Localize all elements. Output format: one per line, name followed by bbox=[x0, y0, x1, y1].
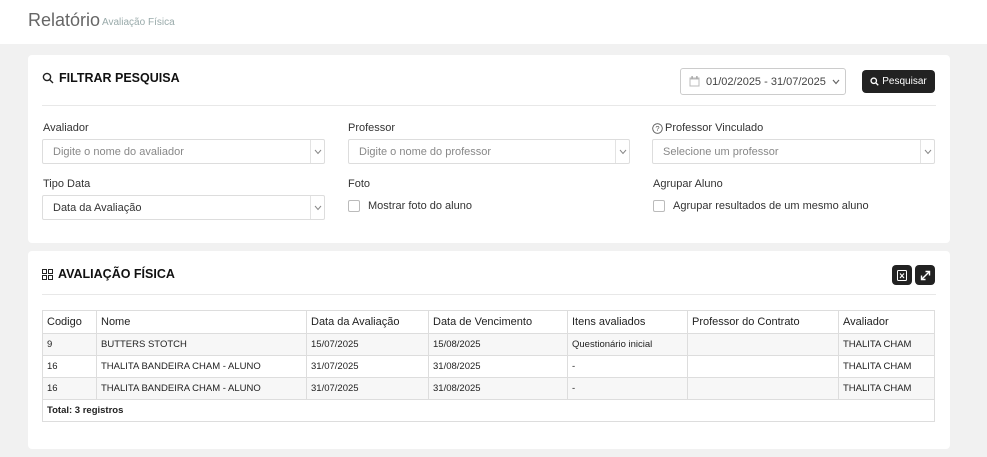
cell-data-avaliacao: 31/07/2025 bbox=[306, 377, 429, 400]
col-header-codigo[interactable]: Codigo bbox=[42, 310, 97, 334]
cell-avaliador: THALITA CHAM bbox=[838, 377, 935, 400]
results-card: AVALIAÇÃO FÍSICA Codigo Nome Data da Ava… bbox=[28, 251, 950, 449]
results-table: Codigo Nome Data da Avaliação Data de Ve… bbox=[42, 310, 935, 422]
divider bbox=[42, 294, 936, 295]
results-title-label: AVALIAÇÃO FÍSICA bbox=[58, 267, 175, 281]
col-header-itens-avaliados[interactable]: Itens avaliados bbox=[567, 310, 688, 334]
chevron-down-icon[interactable] bbox=[310, 140, 324, 163]
cell-nome: BUTTERS STOTCH bbox=[96, 333, 307, 356]
agrupar-checkbox-row[interactable]: Agrupar resultados de um mesmo aluno bbox=[653, 200, 869, 212]
help-icon[interactable]: ? bbox=[652, 122, 663, 134]
tipo-data-label: Tipo Data bbox=[43, 178, 91, 190]
professor-placeholder: Digite o nome do professor bbox=[359, 145, 492, 158]
top-bar: Relatório Avaliação Física bbox=[0, 0, 987, 44]
excel-icon bbox=[897, 269, 907, 281]
professor-input[interactable]: Digite o nome do professor bbox=[348, 139, 630, 164]
chevron-down-icon[interactable] bbox=[310, 196, 324, 219]
cell-data-vencimento: 15/08/2025 bbox=[428, 333, 568, 356]
search-icon bbox=[42, 72, 54, 84]
table-header-row: Codigo Nome Data da Avaliação Data de Ve… bbox=[42, 310, 935, 334]
col-header-data-vencimento[interactable]: Data de Vencimento bbox=[428, 310, 568, 334]
cell-itens-avaliados: - bbox=[567, 355, 688, 378]
calendar-icon bbox=[689, 76, 700, 87]
table-total: Total: 3 registros bbox=[42, 399, 935, 422]
mostrar-foto-label: Mostrar foto do aluno bbox=[368, 200, 472, 212]
table-total-row: Total: 3 registros bbox=[42, 399, 935, 422]
cell-nome: THALITA BANDEIRA CHAM - ALUNO bbox=[96, 355, 307, 378]
agrupar-checkbox[interactable] bbox=[653, 200, 665, 212]
page-title: Relatório bbox=[28, 10, 101, 30]
col-header-avaliador[interactable]: Avaliador bbox=[838, 310, 935, 334]
chevron-down-icon[interactable] bbox=[920, 140, 934, 163]
cell-data-vencimento: 31/08/2025 bbox=[428, 377, 568, 400]
cell-itens-avaliados: - bbox=[567, 377, 688, 400]
cell-codigo: 16 bbox=[42, 355, 97, 378]
cell-avaliador: THALITA CHAM bbox=[838, 333, 935, 356]
expand-button[interactable] bbox=[915, 265, 935, 285]
mostrar-foto-checkbox[interactable] bbox=[348, 200, 360, 212]
cell-data-avaliacao: 15/07/2025 bbox=[306, 333, 429, 356]
cell-codigo: 9 bbox=[42, 333, 97, 356]
export-excel-button[interactable] bbox=[892, 265, 912, 285]
chevron-down-icon bbox=[832, 79, 840, 84]
foto-checkbox-row[interactable]: Mostrar foto do aluno bbox=[348, 200, 472, 212]
cell-data-vencimento: 31/08/2025 bbox=[428, 355, 568, 378]
divider bbox=[42, 105, 936, 106]
agrupar-checkbox-label: Agrupar resultados de um mesmo aluno bbox=[673, 200, 869, 212]
avaliador-label: Avaliador bbox=[43, 122, 89, 134]
table-row[interactable]: 16 THALITA BANDEIRA CHAM - ALUNO 31/07/2… bbox=[42, 355, 935, 378]
professor-vinculado-placeholder: Selecione um professor bbox=[663, 145, 779, 158]
search-button-label: Pesquisar bbox=[882, 76, 927, 87]
table-row[interactable]: 16 THALITA BANDEIRA CHAM - ALUNO 31/07/2… bbox=[42, 377, 935, 400]
filter-title-label: FILTRAR PESQUISA bbox=[59, 71, 180, 85]
table-row[interactable]: 9 BUTTERS STOTCH 15/07/2025 15/08/2025 Q… bbox=[42, 333, 935, 356]
page-subtitle: Avaliação Física bbox=[102, 17, 175, 28]
col-header-professor-contrato[interactable]: Professor do Contrato bbox=[687, 310, 839, 334]
cell-professor-contrato bbox=[687, 355, 839, 378]
foto-label: Foto bbox=[348, 178, 371, 190]
cell-avaliador: THALITA CHAM bbox=[838, 355, 935, 378]
avaliador-input[interactable]: Digite o nome do avaliador bbox=[42, 139, 325, 164]
cell-professor-contrato bbox=[687, 377, 839, 400]
filter-card: FILTRAR PESQUISA 01/02/2025 - 31/07/2025… bbox=[28, 55, 950, 243]
expand-icon bbox=[920, 270, 930, 280]
col-header-nome[interactable]: Nome bbox=[96, 310, 307, 334]
tipo-data-select[interactable]: Data da Avaliação bbox=[42, 195, 325, 220]
agrupar-label: Agrupar Aluno bbox=[653, 178, 723, 190]
search-button[interactable]: Pesquisar bbox=[862, 70, 935, 93]
professor-vinculado-label-group: ? Professor Vinculado bbox=[652, 122, 763, 134]
avaliador-placeholder: Digite o nome do avaliador bbox=[53, 145, 184, 158]
search-icon bbox=[870, 77, 879, 86]
svg-text:?: ? bbox=[655, 124, 659, 133]
date-range-value: 01/02/2025 - 31/07/2025 bbox=[706, 75, 826, 88]
cell-data-avaliacao: 31/07/2025 bbox=[306, 355, 429, 378]
cell-professor-contrato bbox=[687, 333, 839, 356]
date-range-picker[interactable]: 01/02/2025 - 31/07/2025 bbox=[680, 68, 846, 95]
grid-icon bbox=[42, 268, 53, 280]
tipo-data-value: Data da Avaliação bbox=[53, 201, 142, 214]
professor-label: Professor bbox=[348, 122, 396, 134]
cell-nome: THALITA BANDEIRA CHAM - ALUNO bbox=[96, 377, 307, 400]
chevron-down-icon[interactable] bbox=[615, 140, 629, 163]
filter-title: FILTRAR PESQUISA bbox=[42, 71, 180, 85]
col-header-data-avaliacao[interactable]: Data da Avaliação bbox=[306, 310, 429, 334]
professor-vinculado-label: Professor Vinculado bbox=[665, 122, 764, 134]
cell-codigo: 16 bbox=[42, 377, 97, 400]
cell-itens-avaliados: Questionário inicial bbox=[567, 333, 688, 356]
professor-vinculado-select[interactable]: Selecione um professor bbox=[652, 139, 935, 164]
results-title: AVALIAÇÃO FÍSICA bbox=[42, 267, 175, 281]
